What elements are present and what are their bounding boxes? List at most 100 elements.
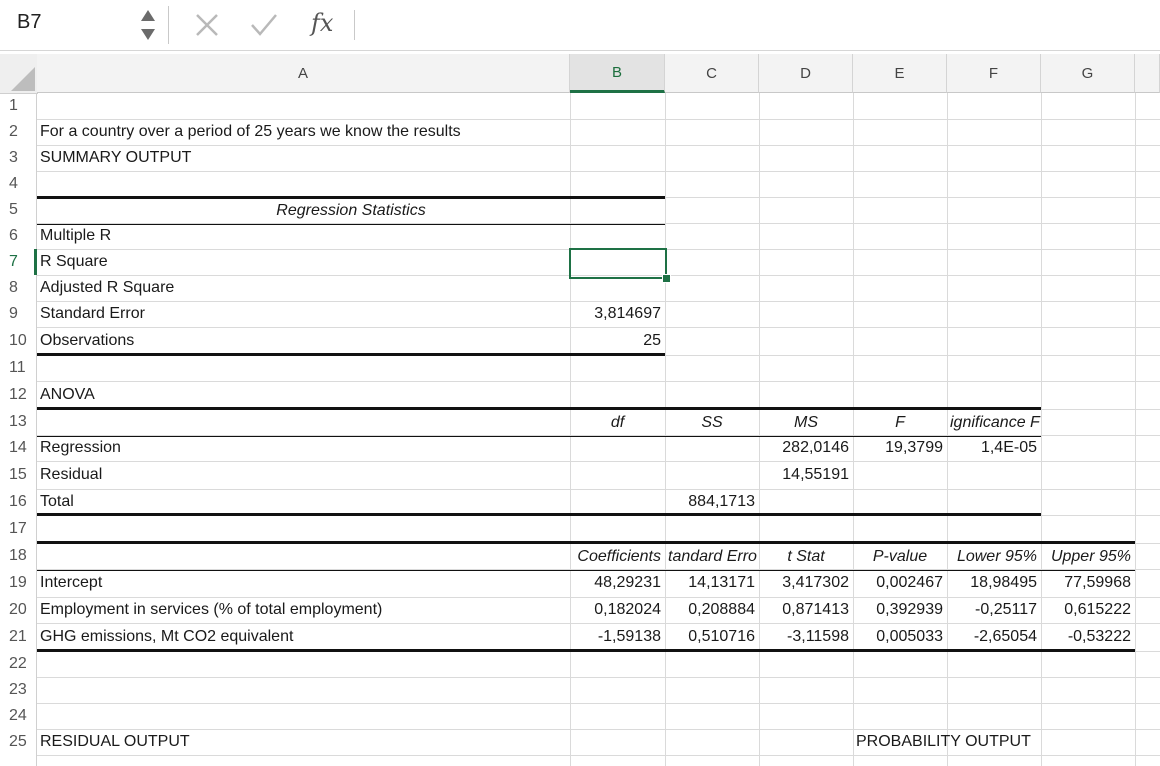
anova-cell[interactable]: 19,3799 bbox=[853, 435, 947, 461]
fill-handle[interactable] bbox=[662, 274, 671, 283]
anova-cell[interactable] bbox=[570, 489, 665, 515]
anova-cell[interactable]: 884,1713 bbox=[665, 489, 759, 515]
cell-a25[interactable]: RESIDUAL OUTPUT bbox=[37, 729, 570, 755]
anova-header-significance-f[interactable]: ignificance F bbox=[947, 410, 1041, 435]
anova-header-f[interactable]: F bbox=[853, 410, 947, 435]
column-header-e[interactable]: E bbox=[853, 54, 947, 93]
coef-header[interactable]: P-value bbox=[853, 544, 947, 569]
coef-header[interactable]: tandard Erro bbox=[665, 544, 759, 569]
anova-cell[interactable] bbox=[759, 489, 853, 515]
column-header-c[interactable]: C bbox=[665, 54, 759, 93]
name-box-value[interactable]: B7 bbox=[17, 11, 41, 34]
cancel-icon[interactable] bbox=[194, 12, 220, 43]
row-header[interactable]: 18 bbox=[0, 543, 37, 569]
row-header[interactable]: 23 bbox=[0, 677, 37, 703]
coef-cell[interactable]: 0,005033 bbox=[853, 623, 947, 651]
row-header[interactable]: 20 bbox=[0, 597, 37, 623]
coef-cell[interactable]: -1,59138 bbox=[570, 623, 665, 651]
regression-statistics-header[interactable]: Regression Statistics bbox=[37, 199, 665, 223]
coef-row-label[interactable]: Intercept bbox=[37, 569, 570, 597]
checkmark-icon[interactable] bbox=[249, 12, 279, 43]
column-header-d[interactable]: D bbox=[759, 54, 853, 93]
anova-row-label[interactable]: Regression bbox=[37, 435, 570, 461]
coef-row-label[interactable]: Employment in services (% of total emplo… bbox=[37, 597, 570, 623]
cell-a8[interactable]: Adjusted R Square bbox=[37, 275, 570, 301]
anova-row-label[interactable]: Total bbox=[37, 489, 570, 515]
row-header[interactable]: 21 bbox=[0, 623, 37, 651]
anova-header-df[interactable]: df bbox=[570, 410, 665, 435]
coef-header[interactable]: Upper 95% bbox=[1041, 544, 1135, 569]
cell-a3[interactable]: SUMMARY OUTPUT bbox=[37, 145, 570, 171]
row-header[interactable]: 4 bbox=[0, 171, 37, 197]
cell-e25[interactable]: PROBABILITY OUTPUT bbox=[853, 729, 1041, 755]
coef-cell[interactable]: 0,182024 bbox=[570, 597, 665, 623]
coef-cell[interactable]: 18,98495 bbox=[947, 569, 1041, 597]
anova-cell[interactable] bbox=[570, 461, 665, 489]
cell-a6[interactable]: Multiple R bbox=[37, 223, 570, 249]
row-header[interactable]: 12 bbox=[0, 381, 37, 409]
up-down-arrows-icon[interactable] bbox=[138, 8, 158, 42]
row-header[interactable]: 15 bbox=[0, 461, 37, 489]
coef-row-label[interactable]: GHG emissions, Mt CO2 equivalent bbox=[37, 623, 570, 651]
coef-cell[interactable]: 14,13171 bbox=[665, 569, 759, 597]
select-all-triangle-icon[interactable] bbox=[11, 67, 35, 91]
row-header[interactable]: 22 bbox=[0, 651, 37, 677]
column-header-b[interactable]: B bbox=[570, 54, 665, 93]
anova-cell[interactable] bbox=[665, 461, 759, 489]
cell-a2[interactable]: For a country over a period of 25 years … bbox=[37, 119, 570, 145]
anova-cell[interactable] bbox=[853, 461, 947, 489]
row-header[interactable]: 25 bbox=[0, 729, 37, 755]
row-header[interactable]: 8 bbox=[0, 275, 37, 301]
row-header-selected[interactable]: 7 bbox=[0, 249, 37, 275]
coef-cell[interactable]: -3,11598 bbox=[759, 623, 853, 651]
anova-cell[interactable] bbox=[947, 461, 1041, 489]
name-box[interactable]: B7 bbox=[0, 0, 160, 46]
coef-cell[interactable]: 48,29231 bbox=[570, 569, 665, 597]
function-icon[interactable]: fx bbox=[311, 9, 333, 37]
anova-cell[interactable] bbox=[947, 489, 1041, 515]
row-header[interactable]: 9 bbox=[0, 301, 37, 327]
cell-a10[interactable]: Observations bbox=[37, 327, 570, 355]
coef-cell[interactable]: 0,208884 bbox=[665, 597, 759, 623]
row-header[interactable]: 1 bbox=[0, 93, 37, 119]
anova-header-ss[interactable]: SS bbox=[665, 410, 759, 435]
anova-row-label[interactable]: Residual bbox=[37, 461, 570, 489]
anova-cell[interactable] bbox=[853, 489, 947, 515]
row-header[interactable]: 14 bbox=[0, 435, 37, 461]
row-header[interactable]: 13 bbox=[0, 409, 37, 435]
active-cell-b7[interactable] bbox=[569, 248, 667, 279]
select-all-button[interactable] bbox=[0, 54, 38, 94]
coef-header[interactable]: t Stat bbox=[759, 544, 853, 569]
row-header[interactable]: 6 bbox=[0, 223, 37, 249]
anova-cell[interactable]: 282,0146 bbox=[759, 435, 853, 461]
column-header-f[interactable]: F bbox=[947, 54, 1041, 93]
column-header-h[interactable] bbox=[1135, 54, 1160, 93]
coef-cell[interactable]: 0,002467 bbox=[853, 569, 947, 597]
row-header[interactable]: 10 bbox=[0, 327, 37, 355]
coef-cell[interactable]: 0,510716 bbox=[665, 623, 759, 651]
row-header[interactable]: 24 bbox=[0, 703, 37, 729]
row-header[interactable]: 3 bbox=[0, 145, 37, 171]
cell-b10[interactable]: 25 bbox=[570, 327, 665, 355]
cell-b6[interactable] bbox=[570, 223, 665, 249]
coef-cell[interactable]: -0,53222 bbox=[1041, 623, 1135, 651]
coef-header[interactable]: Coefficients bbox=[570, 544, 665, 569]
row-header[interactable] bbox=[0, 755, 37, 766]
anova-cell[interactable] bbox=[570, 435, 665, 461]
row-header[interactable]: 16 bbox=[0, 489, 37, 515]
coef-cell[interactable]: 0,392939 bbox=[853, 597, 947, 623]
anova-header-ms[interactable]: MS bbox=[759, 410, 853, 435]
cell-a12[interactable]: ANOVA bbox=[37, 381, 570, 409]
row-header[interactable]: 11 bbox=[0, 355, 37, 381]
coef-cell[interactable]: 3,417302 bbox=[759, 569, 853, 597]
row-header[interactable]: 17 bbox=[0, 515, 37, 543]
anova-cell[interactable]: 14,55191 bbox=[759, 461, 853, 489]
coef-header[interactable]: Lower 95% bbox=[947, 544, 1041, 569]
coef-cell[interactable]: 0,615222 bbox=[1041, 597, 1135, 623]
formula-input[interactable] bbox=[362, 8, 1152, 42]
anova-cell[interactable]: 1,4E-05 bbox=[947, 435, 1041, 461]
anova-cell[interactable] bbox=[665, 435, 759, 461]
row-header[interactable]: 5 bbox=[0, 197, 37, 223]
cell-b9[interactable]: 3,814697 bbox=[570, 301, 665, 327]
spreadsheet-grid[interactable]: A B C D E F G 1 2 3 4 5 6 7 8 9 10 11 12… bbox=[0, 54, 1160, 766]
